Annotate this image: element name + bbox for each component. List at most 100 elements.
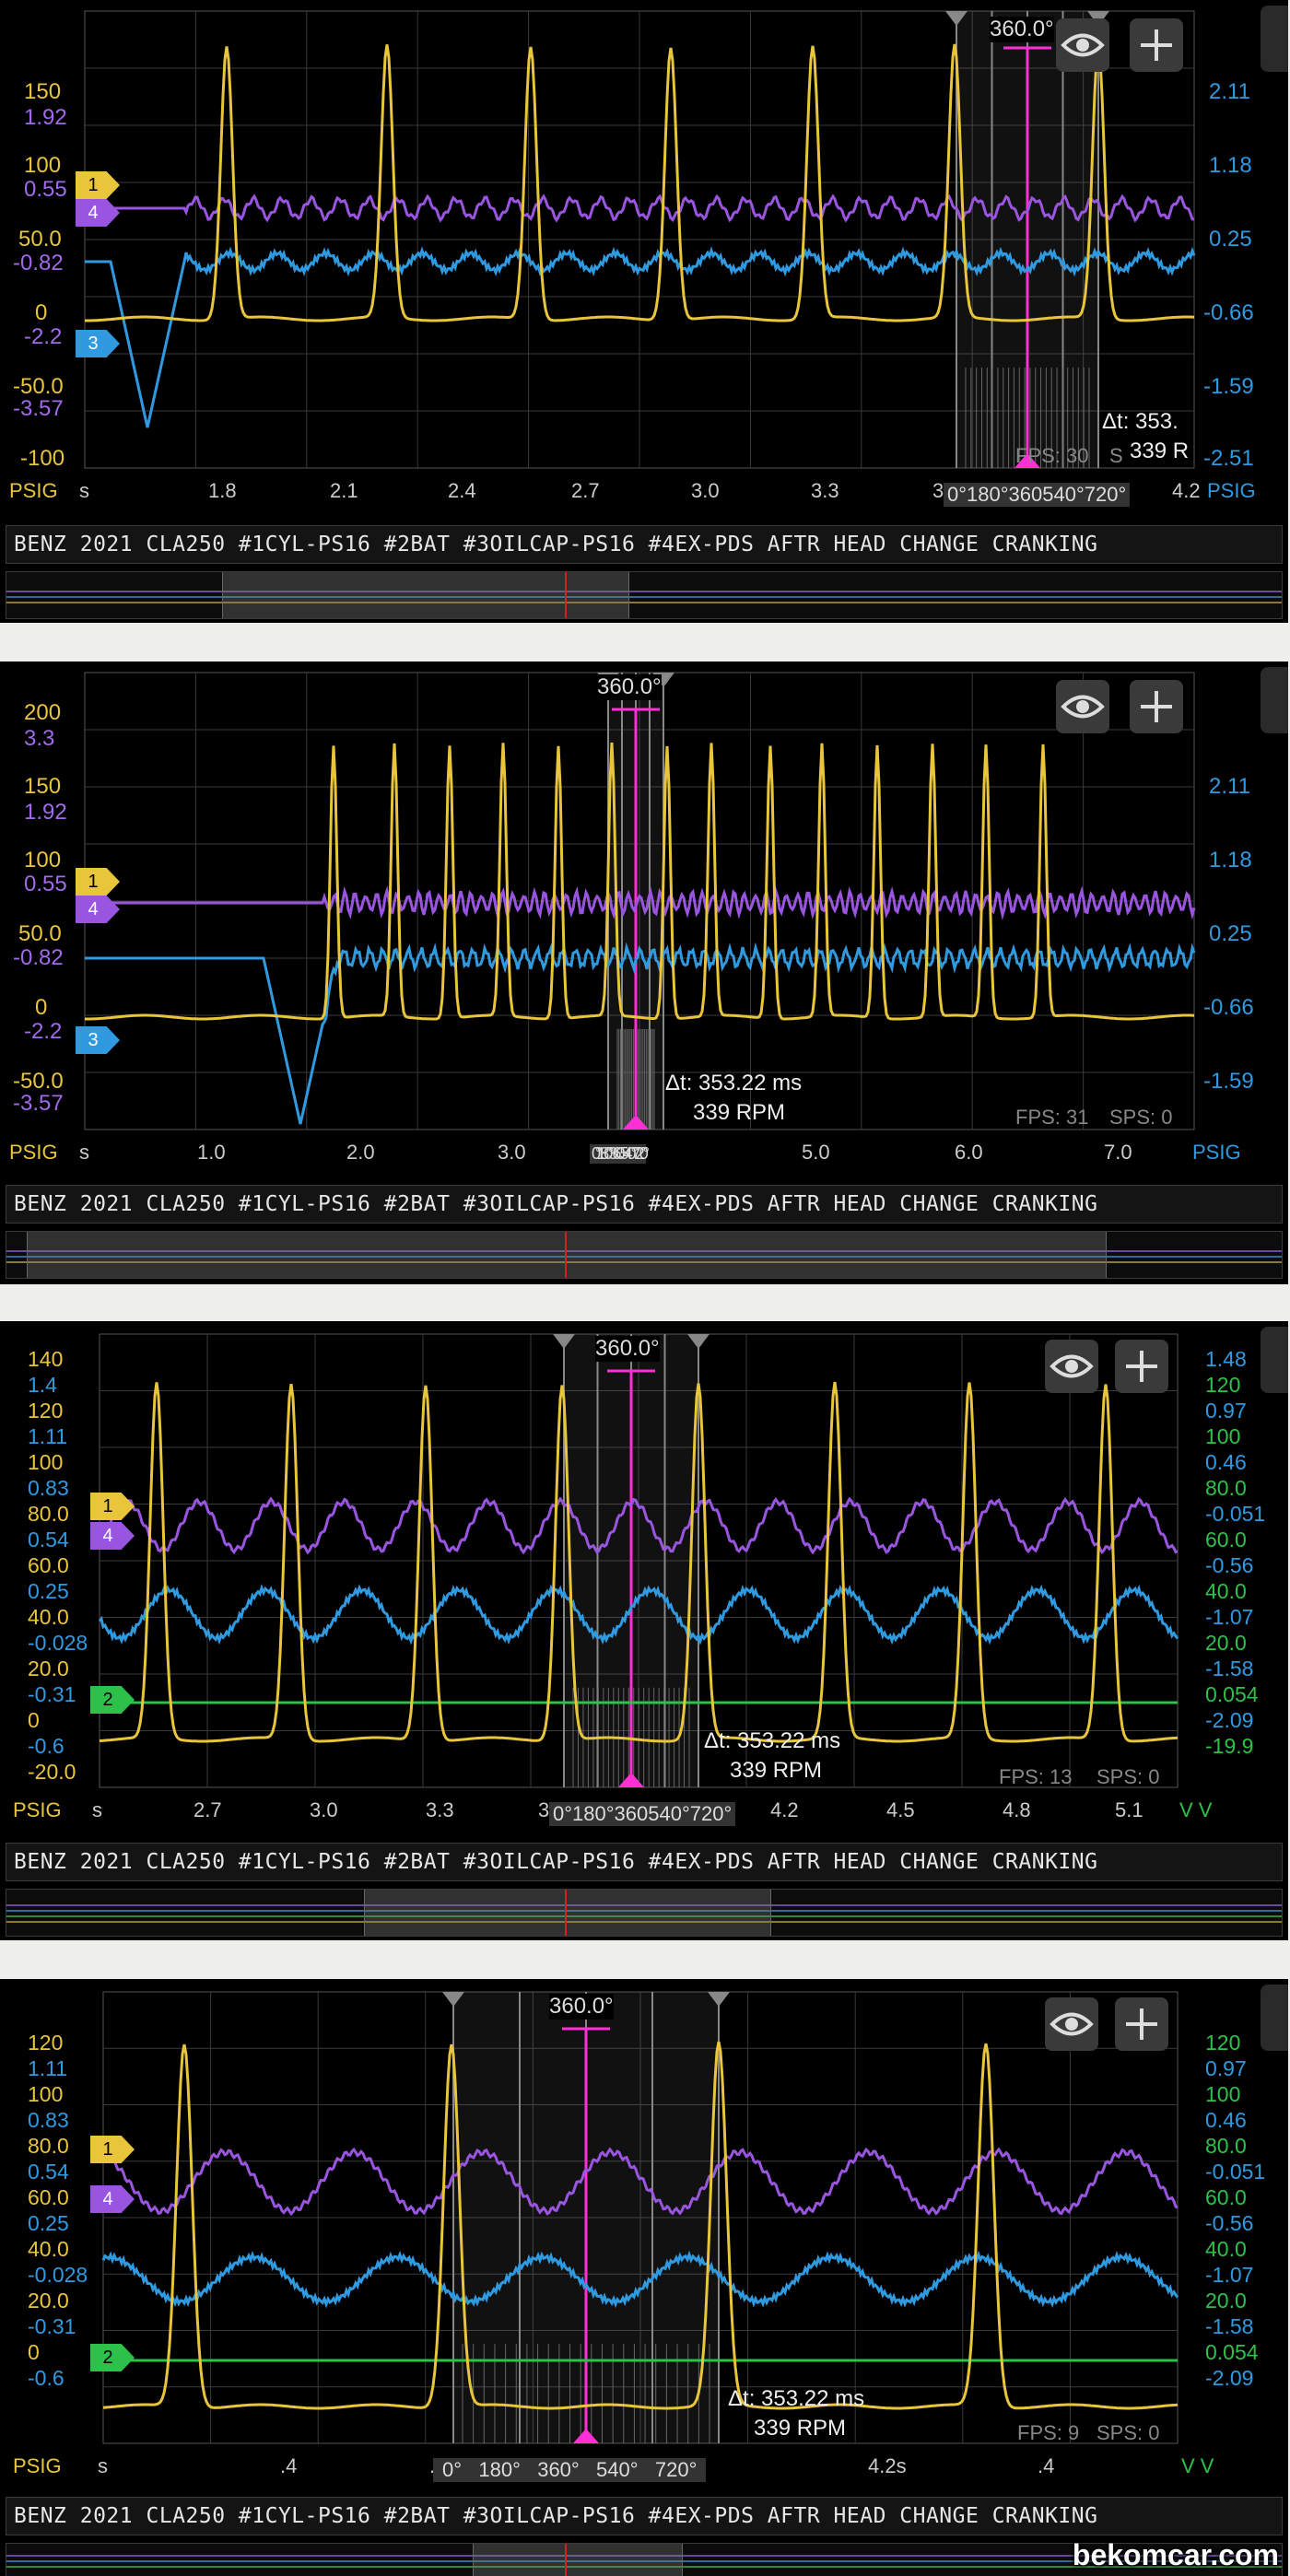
- x-tick: 4.2: [1172, 479, 1201, 502]
- overview-trace: [6, 591, 1282, 592]
- eye-button[interactable]: [1045, 1340, 1098, 1393]
- left-scale-a-2: 50.0: [18, 227, 62, 252]
- right-scale-b-2: 80.0: [1205, 2134, 1247, 2158]
- recording-title: BENZ 2021 CLA250 #1CYL-PS16 #2BAT #3OILC…: [6, 1185, 1283, 1224]
- right-scale-a-3: -0.051: [1205, 1502, 1266, 1526]
- left-scale-a-6: 20.0: [28, 1657, 69, 1680]
- marker-ch1-label: 1: [88, 175, 99, 195]
- marker-ch4-label: 4: [88, 203, 99, 223]
- left-scale-a-4: 60.0: [28, 1553, 69, 1577]
- left-scale-a-0: 120: [28, 2031, 64, 2055]
- marker-ch1-label: 1: [88, 872, 99, 892]
- left-scale-a-2: 100: [24, 848, 62, 872]
- eye-button[interactable]: [1056, 18, 1109, 72]
- overview-window[interactable]: [473, 2544, 683, 2576]
- overview-window[interactable]: [364, 1890, 771, 1936]
- right-unit: PSIG: [1192, 1141, 1241, 1164]
- right-scale-b-1: 100: [1205, 1424, 1241, 1448]
- delta-t: Δt: 353.: [1102, 409, 1179, 434]
- left-scale-b-4: 0.25: [28, 1579, 69, 1603]
- left-scale-b-3: -0.82: [13, 945, 64, 970]
- right-scale-b-7: -19.9: [1205, 1734, 1254, 1758]
- left-scale-a-4: 0: [35, 995, 48, 1020]
- x-tick: 1.8: [208, 479, 237, 502]
- left-scale-a-2: 100: [28, 1450, 64, 1474]
- cursor-angle-marks: 0°180°360540°720°: [590, 1144, 650, 1164]
- right-scale-4: -1.59: [1203, 1069, 1254, 1094]
- left-scale-b-2: -0.82: [13, 251, 64, 275]
- marker-ch4-label: 4: [102, 1526, 113, 1546]
- right-scale-a-2: -0.051: [1205, 2160, 1266, 2184]
- waveform-canvas-4[interactable]: [0, 1979, 1288, 2576]
- x-tick: 4.5: [886, 1798, 915, 1821]
- x-tick: 2.7: [194, 1798, 222, 1821]
- fps: FPS: 30: [1015, 444, 1089, 467]
- left-scale-b-6: -0.31: [28, 1682, 76, 1706]
- right-scale-a-3: -0.56: [1205, 2211, 1254, 2235]
- add-channel-button[interactable]: [1115, 1340, 1168, 1393]
- left-scale-b-4: -2.2: [24, 1019, 63, 1044]
- cursor-angle-label: 360.0°: [990, 17, 1054, 42]
- cursor-angle-label: 360.0°: [595, 1336, 660, 1362]
- left-scale-b-1: 1.92: [24, 800, 67, 825]
- overview-window[interactable]: [222, 572, 629, 618]
- overview-window[interactable]: [27, 1232, 1107, 1278]
- right-scale-b-3: 60.0: [1205, 2185, 1247, 2209]
- left-scale-a-5: 40.0: [28, 1605, 69, 1629]
- overview-scrollbar[interactable]: [6, 1889, 1283, 1937]
- right-scale-a-1: 0.46: [1205, 2108, 1247, 2132]
- x-tick: 2.1: [330, 479, 358, 502]
- watermark: bekomcar.com: [1072, 2538, 1279, 2571]
- marker-ch1-label: 1: [102, 2139, 113, 2160]
- plus-icon: [1126, 1351, 1157, 1382]
- left-scale-b-1: 1.11: [28, 1424, 68, 1448]
- eye-icon: [1050, 2012, 1094, 2036]
- left-unit: PSIG: [13, 2454, 62, 2477]
- x-unit: s: [79, 479, 89, 502]
- fps: FPS: 13: [999, 1765, 1073, 1788]
- x-tick: 5.0: [802, 1141, 830, 1164]
- left-scale-a-3: 60.0: [28, 2185, 69, 2209]
- cursor-angle-marks: 0°180°360540°720°: [549, 1802, 736, 1826]
- left-unit: PSIG: [9, 1141, 58, 1164]
- left-scale-b-5: -0.31: [28, 2314, 76, 2338]
- x-tick: 2.0: [346, 1141, 375, 1164]
- left-scale-b-4: -3.57: [13, 396, 64, 421]
- scope-panel-2: 200 150 100 50.0 0 -50.0 3.3 1.92 0.55 -…: [0, 662, 1288, 1284]
- left-scale-b-3: 0.25: [28, 2211, 69, 2235]
- marker-ch2-label: 2: [102, 2348, 113, 2368]
- overview-scrollbar[interactable]: [6, 571, 1283, 619]
- left-scale-a-3: 0: [35, 300, 48, 325]
- x-tick: 3.3: [811, 479, 839, 502]
- eye-button[interactable]: [1045, 1997, 1098, 2051]
- add-channel-button[interactable]: [1130, 680, 1183, 733]
- side-tab-handle[interactable]: [1261, 667, 1288, 733]
- cursor-band[interactable]: [442, 1992, 730, 2443]
- left-scale-b-6: -0.6: [28, 2366, 64, 2390]
- overview-scrollbar[interactable]: [6, 1231, 1283, 1279]
- right-scale-b-6: 0.054: [1205, 1682, 1259, 1706]
- eye-button[interactable]: [1056, 680, 1109, 733]
- overview-cursor: [565, 1890, 567, 1936]
- overview-cursor: [565, 1232, 567, 1278]
- scope-panel-4: 120 100 80.0 60.0 40.0 20.0 0 1.11 0.83 0.54 0.25…: [0, 1979, 1288, 2576]
- add-channel-button[interactable]: [1115, 1997, 1168, 2051]
- right-scale-a-5: -1.07: [1205, 1605, 1254, 1629]
- add-channel-button[interactable]: [1130, 18, 1183, 72]
- x-unit: s: [92, 1798, 102, 1821]
- cursor-band[interactable]: [553, 1334, 710, 1787]
- right-scale-a-4: -1.07: [1205, 2263, 1254, 2287]
- side-tab-handle[interactable]: [1261, 6, 1288, 72]
- cursor-band[interactable]: [945, 11, 1109, 468]
- rpm: 339 RPM: [730, 1758, 823, 1783]
- right-scale-a-7: -2.09: [1205, 1708, 1254, 1732]
- left-scale-b-0: 1.11: [28, 2056, 68, 2080]
- side-tab-handle[interactable]: [1261, 1985, 1288, 2051]
- left-scale-a-3: 80.0: [28, 1502, 69, 1526]
- x-tick: .4: [280, 2454, 298, 2477]
- left-scale-b-5: -0.028: [28, 1631, 88, 1655]
- sps: SPS: 0: [1096, 1765, 1160, 1788]
- right-scale-b-1: 100: [1205, 2082, 1241, 2106]
- marker-ch1-label: 1: [102, 1496, 113, 1516]
- side-tab-handle[interactable]: [1261, 1327, 1288, 1393]
